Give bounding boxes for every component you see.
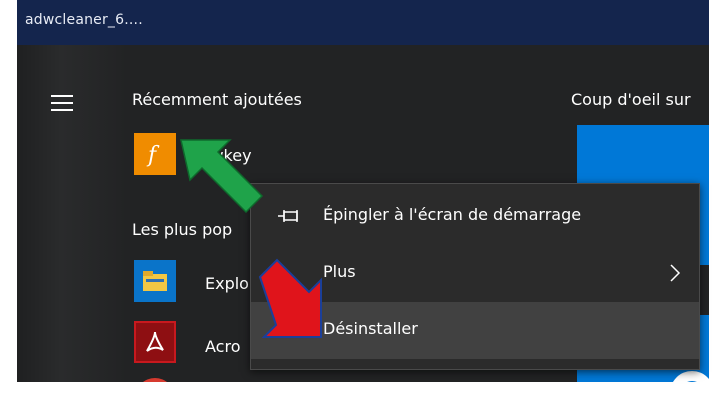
glance-header: Coup d'oeil sur (571, 90, 691, 109)
svg-text:f: f (146, 143, 160, 168)
most-used-header: Les plus pop (132, 220, 233, 239)
screen-border-right (709, 0, 719, 407)
acrobat-icon[interactable] (134, 321, 176, 363)
pin-to-start-label: Épingler à l'écran de démarrage (323, 205, 582, 224)
uninstall-label: Désinstaller (323, 319, 418, 338)
file-explorer-icon[interactable] (134, 260, 176, 302)
flowkey-app-label[interactable]: Flowkey (187, 146, 252, 165)
screen-border-bottom (17, 382, 709, 407)
hamburger-menu-icon[interactable] (51, 95, 73, 111)
flowkey-app-icon[interactable]: f (134, 133, 176, 175)
screen: adwcleaner_6.... Récemment ajoutées Coup… (0, 0, 719, 407)
recently-added-header: Récemment ajoutées (132, 90, 302, 109)
pin-to-start-menu-item[interactable]: Épingler à l'écran de démarrage (251, 188, 699, 245)
app-icon-partial[interactable] (135, 378, 175, 382)
pin-icon (277, 208, 301, 224)
context-menu: Épingler à l'écran de démarrage Plus Dés… (250, 183, 700, 370)
screen-border-left (0, 0, 17, 407)
acrobat-label[interactable]: Acro (205, 337, 240, 356)
file-explorer-label[interactable]: Explo (205, 274, 249, 293)
chevron-right-icon (669, 263, 681, 283)
uninstall-menu-item[interactable]: Désinstaller (251, 302, 699, 359)
window-title-bar: adwcleaner_6.... (17, 0, 709, 45)
more-label: Plus (323, 262, 356, 281)
more-menu-item[interactable]: Plus (251, 245, 699, 302)
